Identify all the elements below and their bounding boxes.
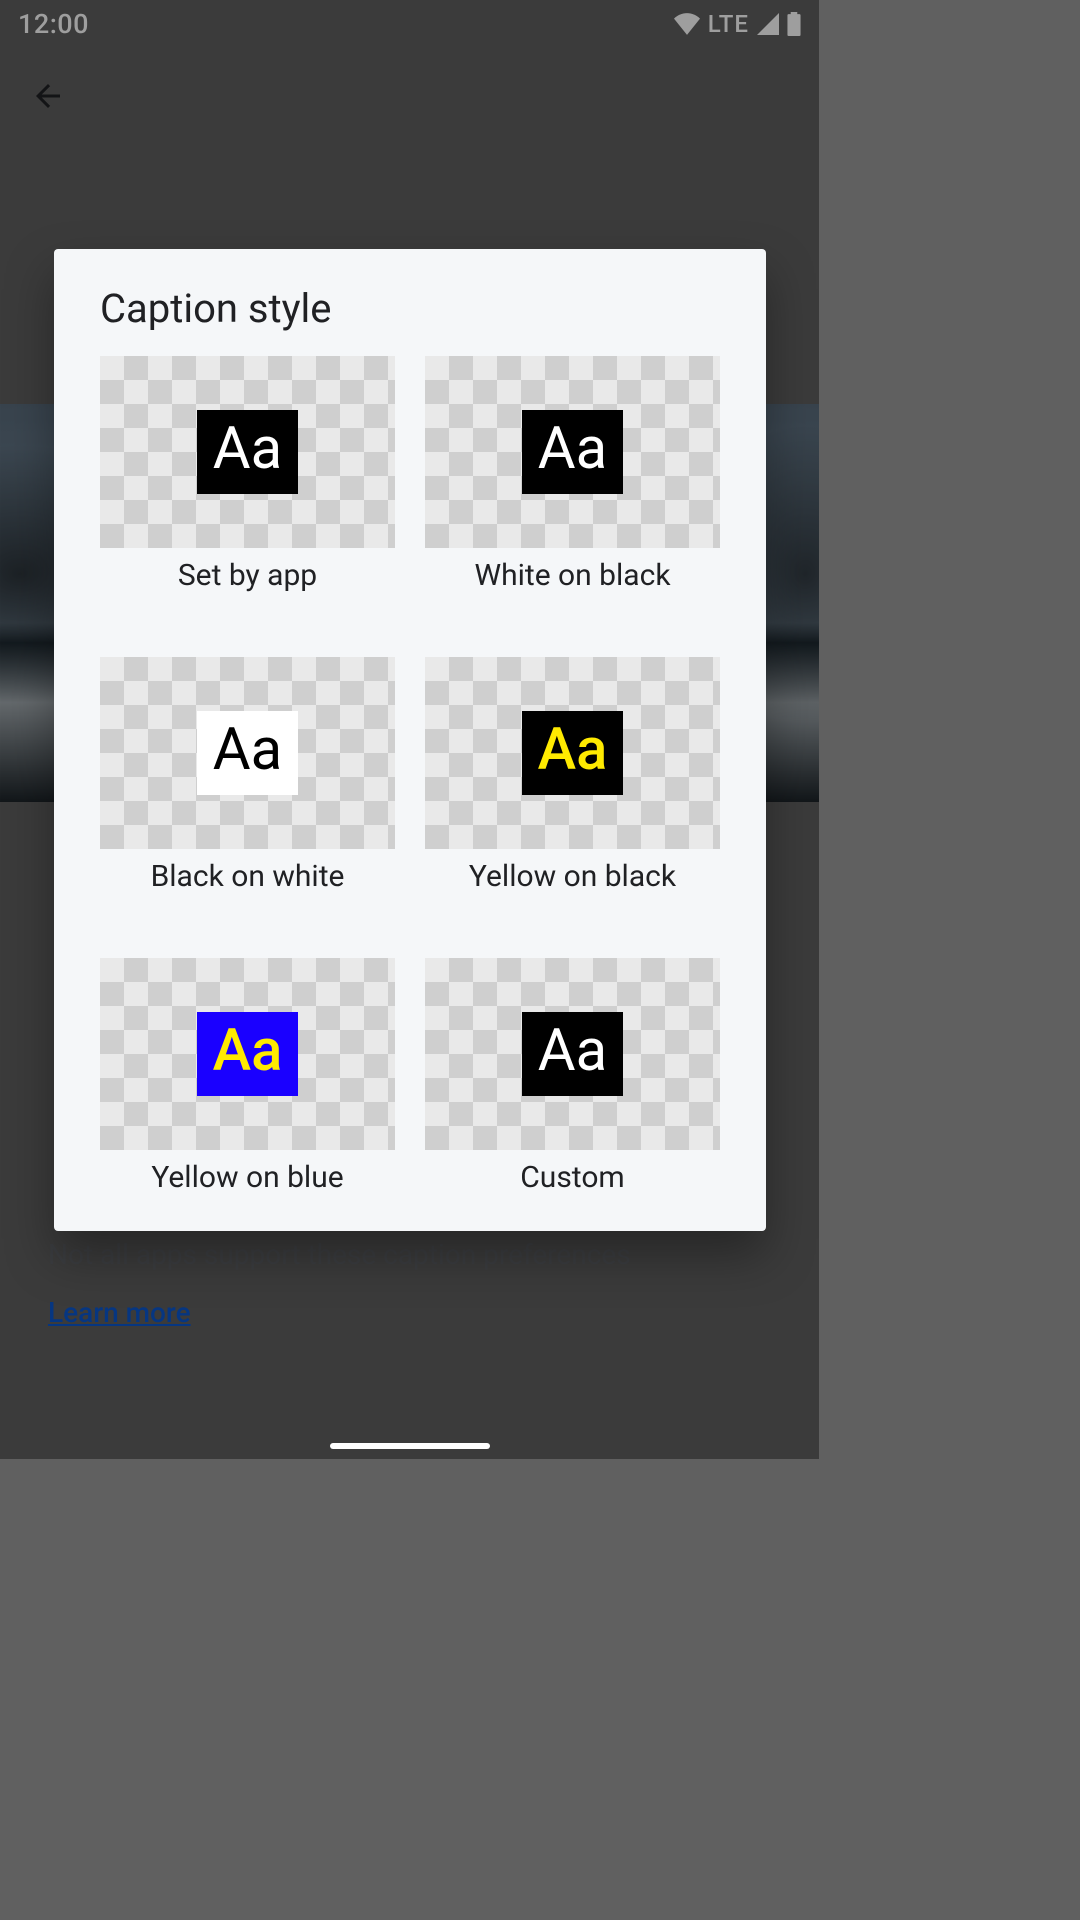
caption-style-option-black-on-white[interactable]: Aa Black on white [100,657,395,894]
caption-style-option-white-on-black[interactable]: Aa White on black [425,356,720,593]
caption-sample-box: Aa [197,410,298,494]
caption-sample-box: Aa [197,1012,299,1096]
option-label: White on black [474,558,670,593]
style-preview: Aa [100,657,395,849]
style-preview: Aa [100,958,395,1150]
style-preview: Aa [100,356,395,548]
caption-style-dialog: Caption style Aa Set by app Aa White on bla… [54,249,766,1231]
dialog-title: Caption style [100,285,720,332]
option-label: Set by app [178,558,317,593]
caption-sample-text: Aa [532,1018,613,1086]
caption-sample-text: Aa [532,416,613,484]
style-preview: Aa [425,958,720,1150]
caption-sample-text: Aa [207,416,288,484]
style-preview: Aa [425,657,720,849]
caption-sample-box: Aa [522,410,623,494]
caption-sample-box: Aa [522,711,624,795]
caption-sample-box: Aa [197,711,298,795]
caption-sample-text: Aa [532,717,614,785]
caption-style-option-yellow-on-black[interactable]: Aa Yellow on black [425,657,720,894]
caption-style-option-yellow-on-blue[interactable]: Aa Yellow on blue [100,958,395,1195]
caption-sample-box: Aa [522,1012,623,1096]
option-label: Yellow on black [469,859,676,894]
gesture-nav-handle[interactable] [330,1443,490,1449]
option-label: Black on white [151,859,345,894]
caption-sample-text: Aa [207,717,288,785]
option-label: Custom [520,1160,625,1195]
caption-sample-text: Aa [207,1018,289,1086]
caption-style-option-custom[interactable]: Aa Custom [425,958,720,1195]
style-preview: Aa [425,356,720,548]
option-label: Yellow on blue [151,1160,343,1195]
caption-style-option-set-by-app[interactable]: Aa Set by app [100,356,395,593]
